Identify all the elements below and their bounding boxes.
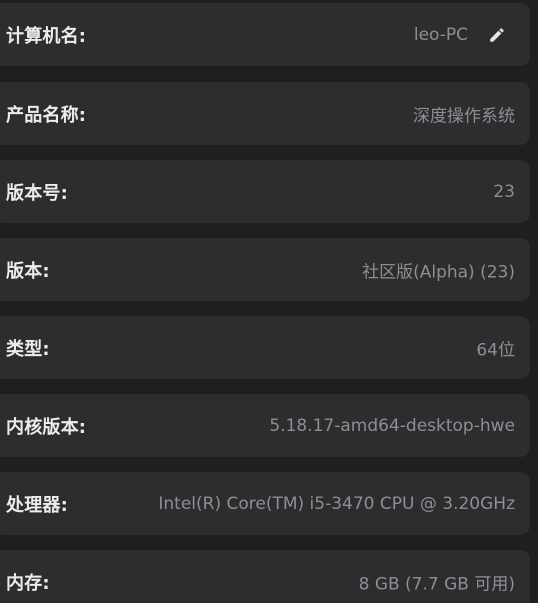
computer-name-label: 计算机名: <box>6 25 87 47</box>
info-row-kernel-version: 内核版本: 5.18.17-amd64-desktop-hwe <box>0 394 530 457</box>
info-row-version-number: 版本号: 23 <box>0 160 530 223</box>
info-row-type: 类型: 64位 <box>0 316 530 379</box>
edit-computer-name-button[interactable] <box>486 24 508 46</box>
info-row-memory: 内存: 8 GB (7.7 GB 可用) <box>0 550 530 603</box>
pencil-icon <box>490 27 504 42</box>
type-value: 64位 <box>476 340 515 360</box>
info-row-edition: 版本: 社区版(Alpha) (23) <box>0 238 530 301</box>
edition-value: 社区版(Alpha) (23) <box>362 262 515 282</box>
info-row-processor: 处理器: Intel(R) Core(TM) i5-3470 CPU @ 3.2… <box>0 472 530 535</box>
memory-value: 8 GB (7.7 GB 可用) <box>358 574 515 594</box>
edition-label: 版本: <box>6 260 50 282</box>
processor-value: Intel(R) Core(TM) i5-3470 CPU @ 3.20GHz <box>158 493 515 514</box>
product-name-label: 产品名称: <box>6 104 87 126</box>
info-row-computer-name: 计算机名: leo-PC <box>0 3 530 66</box>
kernel-version-label: 内核版本: <box>6 416 87 438</box>
kernel-version-value: 5.18.17-amd64-desktop-hwe <box>269 415 515 436</box>
processor-label: 处理器: <box>6 494 68 516</box>
type-label: 类型: <box>6 338 50 360</box>
computer-name-value: leo-PC <box>413 24 468 45</box>
product-name-value: 深度操作系统 <box>413 106 515 126</box>
info-row-product-name: 产品名称: 深度操作系统 <box>0 82 530 145</box>
system-info-panel: 计算机名: leo-PC 产品名称: 深度操作系统 版本号: 23 版本: 社区… <box>0 0 538 603</box>
version-number-value: 23 <box>493 181 515 202</box>
version-number-label: 版本号: <box>6 182 68 204</box>
memory-label: 内存: <box>6 572 50 594</box>
